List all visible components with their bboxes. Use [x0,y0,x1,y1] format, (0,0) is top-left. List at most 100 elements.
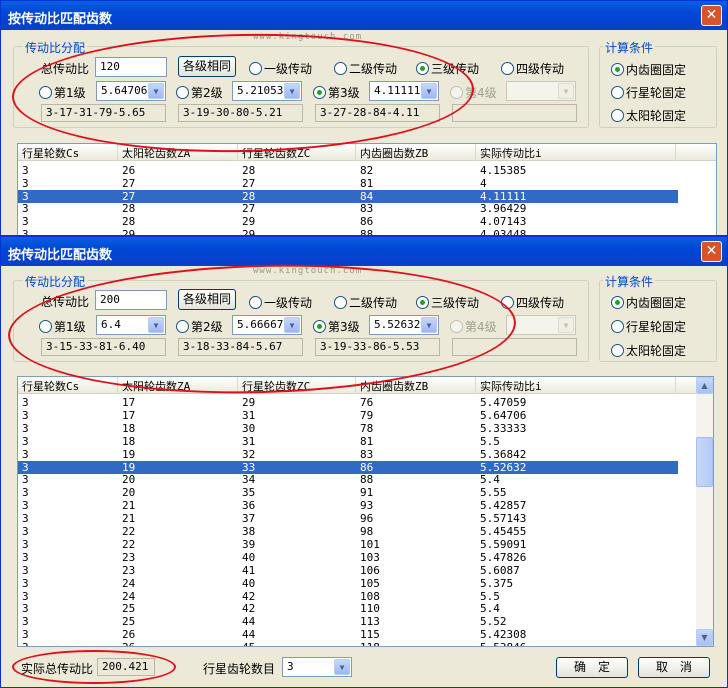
table-row[interactable]: 3 25 42 110 5.4 [18,602,678,615]
table-row[interactable]: 3 21 37 96 5.57143 [18,512,678,525]
table-cell: 3 [22,537,29,551]
scroll-thumb[interactable] [696,437,713,487]
table-cell: 19 [122,447,136,461]
cancel-button[interactable]: 取 消 [638,657,710,678]
table-row[interactable]: 3 17 29 76 5.47059 [18,396,678,409]
column-header[interactable]: 内齿圈齿数ZB [356,144,476,161]
cond-ring-fixed-radio[interactable]: 内齿圈固定 [611,61,686,78]
stage-3-radio[interactable]: 第3级 [313,318,360,335]
column-header[interactable]: 实际传动比i [476,377,676,394]
mode-4-radio[interactable]: 四级传动 [501,294,564,311]
table-cell: 27 [122,176,136,190]
table-cell: 19 [122,460,136,474]
column-header[interactable]: 行星轮齿数ZC [238,377,356,394]
mode-2-radio[interactable]: 二级传动 [334,294,397,311]
column-header[interactable]: 太阳轮齿数ZA [118,144,238,161]
table-cell: 42 [242,602,256,616]
chevron-down-icon[interactable]: ▼ [148,317,164,333]
table-row[interactable]: 3 25 44 113 5.52 [18,615,678,628]
column-header[interactable]: 行星轮齿数ZC [238,144,356,161]
table-row[interactable]: 3 26 28 82 4.15385 [18,164,678,177]
column-header[interactable]: 太阳轮齿数ZA [118,377,238,394]
table-row[interactable]: 3 18 31 81 5.5 [18,435,678,448]
chevron-down-icon[interactable]: ▼ [148,83,164,99]
chevron-down-icon[interactable]: ▼ [284,83,300,99]
stage-4-result [452,338,577,356]
table-row[interactable]: 3 23 40 103 5.47826 [18,551,678,564]
table-row[interactable]: 3 20 34 88 5.4 [18,473,678,486]
scroll-down-icon[interactable]: ▼ [696,629,713,646]
cond-sun-fixed-radio[interactable]: 太阳轮固定 [611,342,686,359]
table-row[interactable]: 3 27 28 84 4.11111 [18,189,678,203]
stage-3-combo[interactable]: 5.52632 ▼ [369,315,439,335]
table-cell: 22 [122,537,136,551]
total-ratio-input[interactable]: 200 [95,290,167,310]
stage-1-radio[interactable]: 第1级 [39,318,86,335]
stage-2-combo[interactable]: 5.66667 ▼ [232,315,302,335]
stage-2-radio[interactable]: 第2级 [176,318,223,335]
column-header[interactable]: 实际传动比i [476,144,676,161]
stage-1-combo[interactable]: 6.4 ▼ [96,315,166,335]
equal-stages-button[interactable]: 各级相同 [178,289,236,310]
table-row[interactable]: 3 22 39 101 5.59091 [18,538,678,551]
chevron-down-icon[interactable]: ▼ [284,317,300,333]
table-row[interactable]: 3 27 27 81 4 [18,177,678,190]
table-row[interactable]: 3 26 45 118 5.53846 [18,641,678,646]
column-header[interactable]: 内齿圈齿数ZB [356,377,476,394]
close-button[interactable]: ✕ [701,241,722,262]
chevron-down-icon[interactable]: ▼ [334,659,350,675]
equal-stages-button[interactable]: 各级相同 [178,56,236,77]
mode-1-radio[interactable]: 一级传动 [249,294,312,311]
table-row[interactable]: 3 17 31 79 5.64706 [18,409,678,422]
table-row[interactable]: 3 22 38 98 5.45455 [18,525,678,538]
scroll-up-icon[interactable]: ▲ [696,377,713,394]
ok-button[interactable]: 确 定 [556,657,628,678]
results-list[interactable]: 行星轮数Cs 太阳轮齿数ZA 行星轮齿数ZC 内齿圈齿数ZB 实际传动比i 3 26 28 8… [17,143,717,235]
stage-1-radio[interactable]: 第1级 [39,84,86,101]
column-header[interactable]: 行星轮数Cs [18,144,118,161]
table-cell: 3 [22,421,29,435]
cond-planet-fixed-radio[interactable]: 行星轮固定 [611,318,686,335]
chevron-down-icon[interactable]: ▼ [421,317,437,333]
stage-2-result: 3-18-33-84-5.67 [178,338,303,356]
mode-1-radio[interactable]: 一级传动 [249,60,312,77]
table-row[interactable]: 3 21 36 93 5.42857 [18,499,678,512]
table-row[interactable]: 3 19 33 86 5.52632 [18,460,678,474]
stage-2-combo[interactable]: 5.21053 ▼ [232,81,302,101]
column-header[interactable]: 行星轮数Cs [18,377,118,394]
table-row[interactable]: 3 28 27 83 3.96429 [18,202,678,215]
table-row[interactable]: 3 23 41 106 5.6087 [18,564,678,577]
table-row[interactable]: 3 24 40 105 5.375 [18,577,678,590]
table-row[interactable]: 3 24 42 108 5.5 [18,590,678,603]
stage-4-result [452,104,577,122]
vertical-scrollbar[interactable]: ▲ ▼ [696,377,713,646]
stage-1-combo[interactable]: 5.64706 ▼ [96,81,166,101]
cond-planet-fixed-radio[interactable]: 行星轮固定 [611,84,686,101]
radio-selected-icon [416,62,429,75]
table-cell: 115 [360,628,380,642]
mode-3-radio[interactable]: 三级传动 [416,60,479,77]
mode-4-radio[interactable]: 四级传动 [501,60,564,77]
stage-4-radio: 第4级 [450,318,497,335]
close-button[interactable]: ✕ [701,5,722,26]
table-row[interactable]: 3 28 29 86 4.07143 [18,215,678,228]
results-list[interactable]: 行星轮数Cs 太阳轮齿数ZA 行星轮齿数ZC 内齿圈齿数ZB 实际传动比i 3 17 29 7… [17,376,714,647]
mode-2-radio[interactable]: 二级传动 [334,60,397,77]
stage-3-combo[interactable]: 4.11111 ▼ [369,81,439,101]
table-row[interactable]: 3 18 30 78 5.33333 [18,422,678,435]
total-ratio-input[interactable]: 120 [95,57,167,77]
chevron-down-icon[interactable]: ▼ [421,83,437,99]
table-cell: 3 [22,499,29,513]
gear-match-window-2: 按传动比匹配齿数 ✕ 传动比分配 www.kingtouch.com 总传动比 … [0,236,728,688]
table-row[interactable]: 3 20 35 91 5.55 [18,486,678,499]
stage-3-radio[interactable]: 第3级 [313,84,360,101]
cond-ring-fixed-radio[interactable]: 内齿圈固定 [611,294,686,311]
table-row[interactable]: 3 19 32 83 5.36842 [18,448,678,461]
table-cell: 44 [242,615,256,629]
stage-2-radio[interactable]: 第2级 [176,84,223,101]
table-row[interactable]: 3 26 44 115 5.42308 [18,628,678,641]
planet-count-combo[interactable]: 3 ▼ [282,657,352,677]
table-row[interactable]: 3 29 29 88 4.03448 [18,228,678,235]
cond-sun-fixed-radio[interactable]: 太阳轮固定 [611,107,686,124]
mode-3-radio[interactable]: 三级传动 [416,294,479,311]
